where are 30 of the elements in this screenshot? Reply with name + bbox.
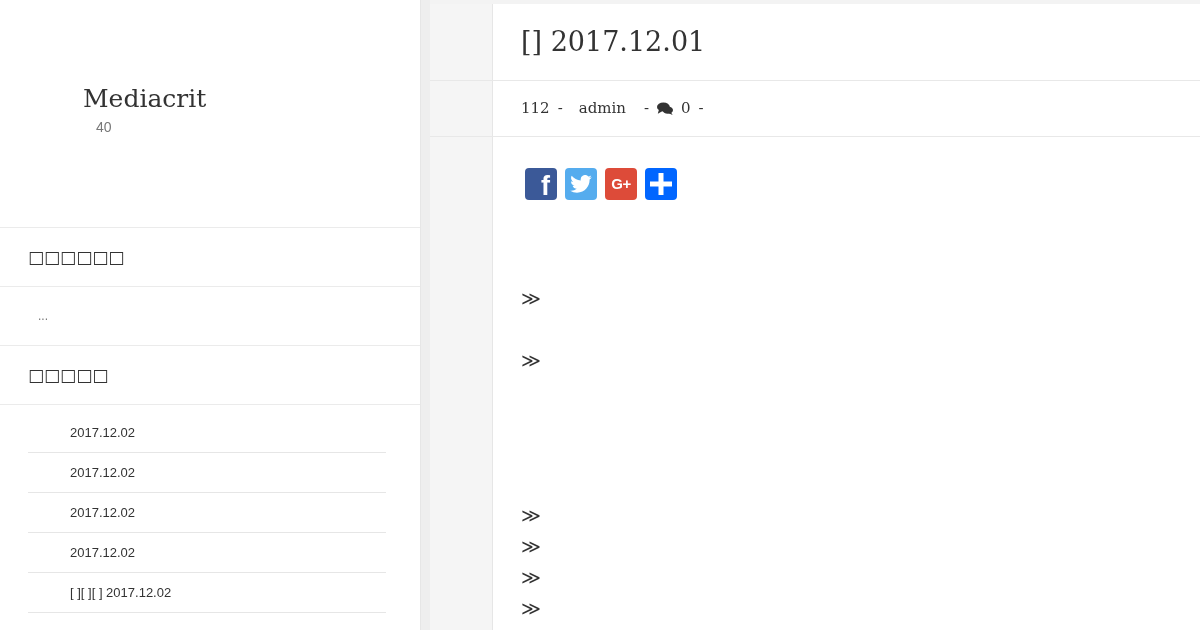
post-link[interactable]: [ ][ ][ ] 2017.12.02 (70, 582, 172, 603)
bird-icon (570, 175, 592, 193)
site-tagline: 40 (96, 118, 112, 137)
meta-separator: - (698, 98, 704, 120)
meta-separator: - (643, 98, 650, 120)
comments-icon (657, 102, 674, 115)
site-title[interactable]: Mediacrit (83, 83, 207, 115)
twitter-share-button[interactable] (565, 168, 597, 200)
post-link[interactable]: 2017.12.02 (70, 422, 136, 443)
post-link[interactable]: 2017.12.02 (70, 542, 136, 563)
body-text: ≫ (521, 286, 541, 311)
facebook-share-button[interactable]: f (525, 168, 557, 200)
body-text: ≫ (521, 348, 541, 373)
plus-icon (650, 173, 672, 195)
body-text: ≫ (521, 565, 541, 590)
post-title: [] 2017.12.01 (521, 25, 706, 59)
widget-heading: □□□□□□ (28, 246, 125, 269)
comment-count: 0 (681, 98, 691, 120)
body-text: ≫ (521, 534, 541, 559)
google-plus-share-button[interactable]: G+ (605, 168, 637, 200)
meta-separator: - (557, 98, 563, 120)
post-link[interactable]: 2017.12.02 (70, 462, 136, 483)
widget-heading: □□□□□ (28, 364, 109, 387)
share-button[interactable] (645, 168, 677, 200)
body-text: ≫ (521, 596, 541, 621)
view-count: 112 (521, 98, 550, 120)
post-link[interactable]: 2017.12.02 (70, 502, 136, 523)
body-text: ≫ (521, 503, 541, 528)
widget-text: ... (38, 308, 48, 325)
author-link[interactable]: admin (578, 97, 626, 120)
